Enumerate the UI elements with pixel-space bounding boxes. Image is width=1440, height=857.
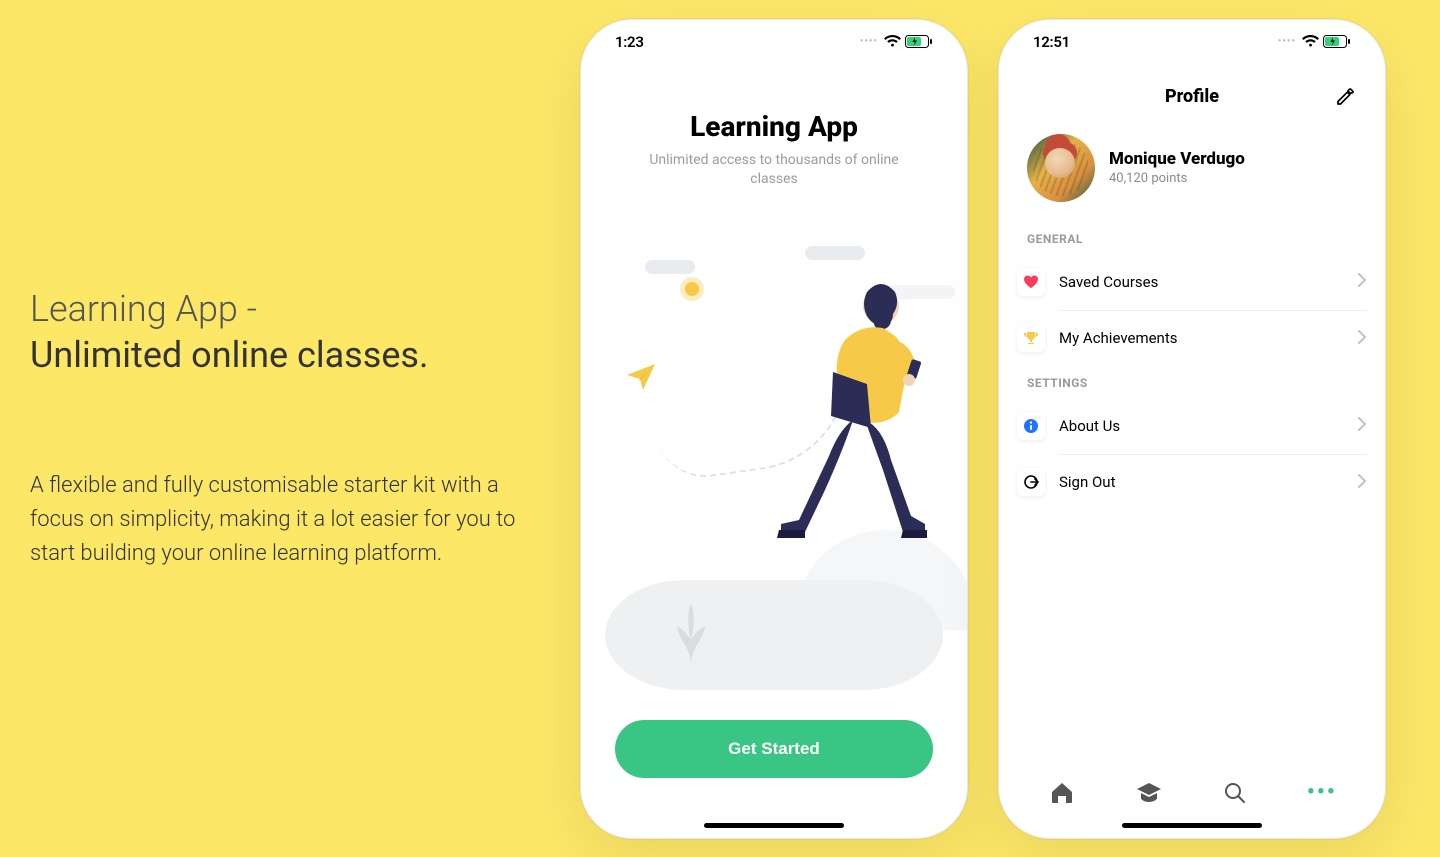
status-indicators: •••• — [860, 35, 933, 48]
user-info: Monique Verdugo 40,120 points — [1109, 149, 1245, 186]
cloud-shape — [645, 260, 695, 274]
cellular-dots-icon: •••• — [1278, 36, 1296, 47]
chevron-right-icon — [1358, 416, 1367, 435]
tab-more[interactable]: ••• — [1300, 771, 1344, 815]
menu-label: Saved Courses — [1059, 273, 1358, 291]
home-indicator[interactable] — [704, 823, 844, 828]
edit-button[interactable] — [1331, 83, 1359, 111]
status-bar: 1:23 •••• — [581, 20, 967, 64]
onboarding-content: Learning App Unlimited access to thousan… — [581, 64, 967, 838]
menu-item-achievements[interactable]: My Achievements — [1059, 310, 1367, 366]
paper-plane-icon — [625, 360, 659, 398]
phone-profile: 12:51 •••• Profile Monique Verdugo 40,1 — [998, 19, 1386, 839]
cellular-dots-icon: •••• — [860, 36, 878, 47]
tab-search[interactable] — [1213, 771, 1257, 815]
search-icon — [1223, 781, 1247, 805]
sun-icon — [685, 282, 699, 296]
page-title: Profile — [1165, 86, 1219, 107]
marketing-title-line1: Learning App - — [30, 288, 257, 330]
chevron-right-icon — [1358, 473, 1367, 492]
menu-item-saved-courses[interactable]: Saved Courses — [1017, 254, 1367, 310]
phone-screenshots: 1:23 •••• Learning App Unlimited access … — [580, 19, 1386, 839]
user-name: Monique Verdugo — [1109, 149, 1245, 169]
menu-label: My Achievements — [1059, 329, 1358, 347]
menu-item-about[interactable]: About Us — [1017, 398, 1367, 454]
section-label-general: GENERAL — [999, 222, 1385, 254]
status-time: 1:23 — [615, 33, 644, 51]
profile-user-block: Monique Verdugo 40,120 points — [999, 122, 1385, 222]
graduation-cap-icon — [1135, 780, 1163, 806]
plant-icon — [673, 596, 709, 670]
home-icon — [1049, 780, 1075, 806]
marketing-title: Learning App - Unlimited online classes. — [30, 286, 560, 380]
info-icon — [1017, 412, 1045, 440]
more-icon: ••• — [1307, 780, 1337, 805]
profile-header: Profile — [999, 72, 1385, 122]
marketing-description: A flexible and fully customisable starte… — [30, 469, 540, 571]
tab-courses[interactable] — [1127, 771, 1171, 815]
get-started-button[interactable]: Get Started — [615, 720, 933, 778]
cloud-shape — [805, 246, 865, 260]
app-subtitle: Unlimited access to thousands of online … — [605, 151, 943, 190]
walking-person-icon — [775, 280, 945, 574]
onboarding-illustration — [605, 230, 943, 720]
menu-label: About Us — [1059, 417, 1358, 435]
wifi-icon — [1302, 35, 1319, 48]
avatar[interactable] — [1027, 134, 1095, 202]
status-bar: 12:51 •••• — [999, 20, 1385, 64]
pencil-icon — [1335, 87, 1355, 107]
chevron-right-icon — [1358, 272, 1367, 291]
heart-icon — [1017, 268, 1045, 296]
trophy-icon — [1017, 324, 1045, 352]
sign-out-icon — [1017, 468, 1045, 496]
marketing-copy: Learning App - Unlimited online classes.… — [0, 286, 560, 572]
app-title: Learning App — [605, 110, 943, 143]
phone-onboarding: 1:23 •••• Learning App Unlimited access … — [580, 19, 968, 839]
status-time: 12:51 — [1033, 33, 1070, 51]
wifi-icon — [884, 35, 901, 48]
menu-label: Sign Out — [1059, 473, 1358, 491]
home-indicator[interactable] — [1122, 823, 1262, 828]
user-points: 40,120 points — [1109, 171, 1245, 186]
battery-charging-icon — [1323, 35, 1351, 48]
ground-shape — [605, 580, 943, 690]
menu-list-general: Saved Courses My Achievements — [999, 254, 1385, 366]
marketing-title-line2: Unlimited online classes. — [30, 334, 428, 376]
battery-charging-icon — [905, 35, 933, 48]
section-label-settings: SETTINGS — [999, 366, 1385, 398]
chevron-right-icon — [1358, 329, 1367, 348]
tab-home[interactable] — [1040, 771, 1084, 815]
status-indicators: •••• — [1278, 35, 1351, 48]
menu-list-settings: About Us Sign Out — [999, 398, 1385, 510]
menu-item-signout[interactable]: Sign Out — [1059, 454, 1367, 510]
